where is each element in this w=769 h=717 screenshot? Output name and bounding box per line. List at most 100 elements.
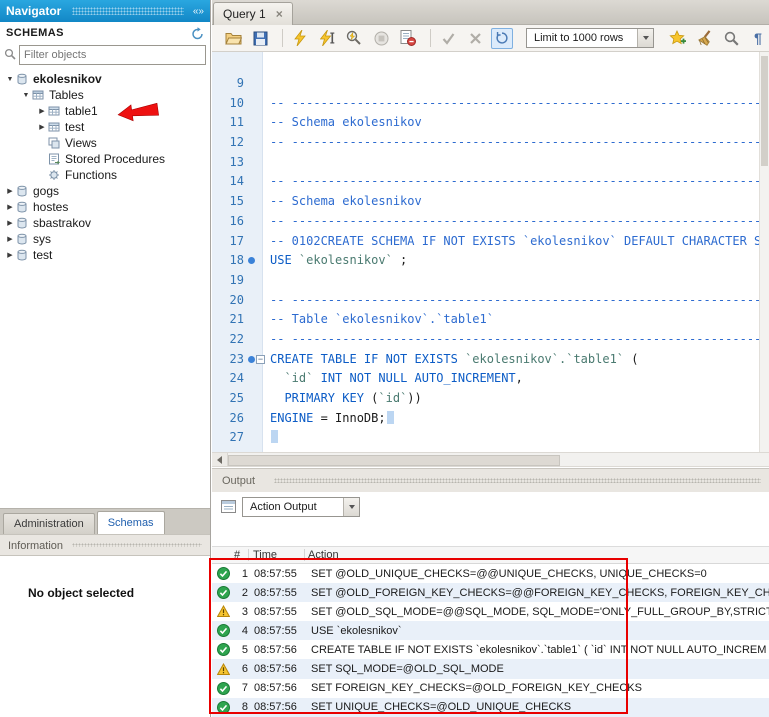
scrollbar-thumb[interactable] <box>228 455 560 466</box>
schema-tree: ▼ekolesnikov▼Tables▶table1▶testViewsStor… <box>0 66 210 513</box>
code-line-12[interactable]: 12-- -----------------------------------… <box>212 133 769 153</box>
toggle-stop-on-error-icon[interactable] <box>397 28 419 49</box>
code-line-19[interactable]: 19 <box>212 271 769 291</box>
code-line-11[interactable]: 11 -- Schema ekolesnikov <box>212 113 769 133</box>
execute-script-icon[interactable] <box>289 28 311 49</box>
save-snippet-icon[interactable] <box>666 28 688 49</box>
row-action: CREATE TABLE IF NOT EXISTS `ekolesnikov`… <box>311 644 769 656</box>
expand-arrow-icon[interactable]: ▶ <box>4 219 16 227</box>
output-grid-header: # Time Action <box>212 546 769 564</box>
code-line-20[interactable]: 20-- -----------------------------------… <box>212 291 769 311</box>
row-index: 6 <box>231 663 248 675</box>
scroll-left-button[interactable] <box>212 453 228 466</box>
code-line-18[interactable]: 18USE `ekolesnikov` ; <box>212 251 769 271</box>
output-row[interactable]: 408:57:55USE `ekolesnikov` <box>212 621 769 640</box>
dropdown-arrow-icon[interactable] <box>637 29 653 47</box>
output-row[interactable]: 208:57:55SET @OLD_FOREIGN_KEY_CHECKS=@@F… <box>212 583 769 602</box>
line-marker <box>244 113 262 133</box>
line-number: 17 <box>212 232 244 252</box>
editor-vertical-scrollbar[interactable] <box>759 52 769 452</box>
expand-arrow-icon[interactable]: ▶ <box>4 187 16 195</box>
tree-item-sys[interactable]: ▶sys <box>0 231 210 247</box>
open-script-icon[interactable] <box>222 28 244 49</box>
code-line-23[interactable]: 23−CREATE TABLE IF NOT EXISTS `ekolesnik… <box>212 350 769 370</box>
tab-administration[interactable]: Administration <box>3 513 95 534</box>
code-token: INT NOT NULL AUTO_INCREMENT <box>321 371 516 385</box>
tab-schemas[interactable]: Schemas <box>97 511 165 534</box>
refresh-schemas-icon[interactable] <box>191 27 204 40</box>
line-marker <box>244 74 262 94</box>
line-number: 11 <box>212 113 244 133</box>
beautify-script-icon[interactable] <box>693 28 715 49</box>
query-tab[interactable]: Query 1 × <box>213 2 293 25</box>
output-view-dropdown[interactable]: Action Output <box>242 497 360 517</box>
output-row[interactable]: 108:57:55SET @OLD_UNIQUE_CHECKS=@@UNIQUE… <box>212 564 769 583</box>
views-icon <box>48 137 63 149</box>
editor-horizontal-scrollbar[interactable] <box>212 452 769 467</box>
code-token: -- -------------------------------------… <box>270 332 769 346</box>
code-line-14[interactable]: 14-- -----------------------------------… <box>212 172 769 192</box>
sql-editor[interactable]: 910-- ----------------------------------… <box>212 52 769 452</box>
code-line-13[interactable]: 13 <box>212 153 769 173</box>
code-line-24[interactable]: 24 `id` INT NOT NULL AUTO_INCREMENT, <box>212 369 769 389</box>
output-row[interactable]: 808:57:56SET UNIQUE_CHECKS=@OLD_UNIQUE_C… <box>212 698 769 717</box>
tree-item-hostes[interactable]: ▶hostes <box>0 199 210 215</box>
code-line-17[interactable]: 17-- 0102CREATE SCHEMA IF NOT EXISTS `ek… <box>212 232 769 252</box>
tree-item-views[interactable]: Views <box>0 135 210 151</box>
code-line-25[interactable]: 25 PRIMARY KEY (`id`)) <box>212 389 769 409</box>
output-row[interactable]: 508:57:56CREATE TABLE IF NOT EXISTS `eko… <box>212 640 769 659</box>
expand-arrow-icon[interactable]: ▶ <box>4 251 16 259</box>
find-icon[interactable] <box>720 28 742 49</box>
limit-rows-dropdown[interactable]: Limit to 1000 rows <box>526 28 654 48</box>
dropdown-arrow-icon[interactable] <box>343 498 359 516</box>
expand-arrow-icon[interactable]: ▶ <box>4 203 16 211</box>
code-line-27[interactable]: 27 <box>212 428 769 448</box>
tree-item-label: gogs <box>33 184 59 198</box>
code-line-26[interactable]: 26ENGINE = InnoDB; <box>212 409 769 429</box>
code-line-15[interactable]: 15-- Schema ekolesnikov <box>212 192 769 212</box>
row-time: 08:57:56 <box>254 701 304 713</box>
tree-item-test[interactable]: ▶ test <box>0 119 210 135</box>
tree-item-tables[interactable]: ▼Tables <box>0 87 210 103</box>
tree-item-test[interactable]: ▶test <box>0 247 210 263</box>
tree-item-gogs[interactable]: ▶ gogs <box>0 183 210 199</box>
scrollbar-thumb[interactable] <box>761 56 768 166</box>
output-grid: 108:57:55SET @OLD_UNIQUE_CHECKS=@@UNIQUE… <box>212 564 769 717</box>
fold-collapse-icon[interactable]: − <box>256 355 265 364</box>
invisible-characters-icon[interactable]: ¶ <box>747 28 769 49</box>
commit-icon[interactable] <box>437 28 459 49</box>
tree-item-sbastrakov[interactable]: ▶sbastrakov <box>0 215 210 231</box>
filter-input[interactable] <box>19 45 206 65</box>
explain-statement-icon[interactable] <box>343 28 365 49</box>
expand-arrow-icon[interactable]: ▶ <box>4 235 16 243</box>
tree-item-stored-procedures[interactable]: Stored Procedures <box>0 151 210 167</box>
rollback-icon[interactable] <box>464 28 486 49</box>
tree-item-label: test <box>65 120 84 134</box>
output-row[interactable]: 708:57:56SET FOREIGN_KEY_CHECKS=@OLD_FOR… <box>212 679 769 698</box>
tree-item-functions[interactable]: Functions <box>0 167 210 183</box>
stop-execution-icon[interactable] <box>370 28 392 49</box>
toggle-autocommit-icon[interactable] <box>491 28 513 49</box>
code-line-16[interactable]: 16-- -----------------------------------… <box>212 212 769 232</box>
query-tab-label: Query 1 <box>223 7 266 21</box>
column-header-time: Time <box>253 549 277 561</box>
tree-item-ekolesnikov[interactable]: ▼ekolesnikov <box>0 71 210 87</box>
expand-arrow-icon[interactable]: ▶ <box>36 123 48 131</box>
execute-current-statement-icon[interactable] <box>316 28 338 49</box>
collapse-arrow-icon[interactable]: ▼ <box>20 92 32 99</box>
save-script-icon[interactable] <box>249 28 271 49</box>
code-line-10[interactable]: 10-- -----------------------------------… <box>212 94 769 114</box>
code-token: -- Schema ekolesnikov <box>270 115 422 129</box>
code-line-9[interactable]: 9 <box>212 74 769 94</box>
code-text <box>262 74 270 94</box>
code-line-22[interactable]: 22-- -----------------------------------… <box>212 330 769 350</box>
code-line-21[interactable]: 21-- Table `ekolesnikov`.`table1` <box>212 310 769 330</box>
collapse-panel-icon[interactable]: «» <box>193 6 204 17</box>
output-row[interactable]: 308:57:55SET @OLD_SQL_MODE=@@SQL_MODE, S… <box>212 602 769 621</box>
expand-arrow-icon[interactable]: ▶ <box>36 107 48 115</box>
column-separator <box>304 549 305 561</box>
close-tab-icon[interactable]: × <box>276 7 283 21</box>
output-row[interactable]: 608:57:56SET SQL_MODE=@OLD_SQL_MODE <box>212 659 769 678</box>
collapse-arrow-icon[interactable]: ▼ <box>4 76 16 83</box>
tree-item-table1[interactable]: ▶table1 <box>0 103 210 119</box>
